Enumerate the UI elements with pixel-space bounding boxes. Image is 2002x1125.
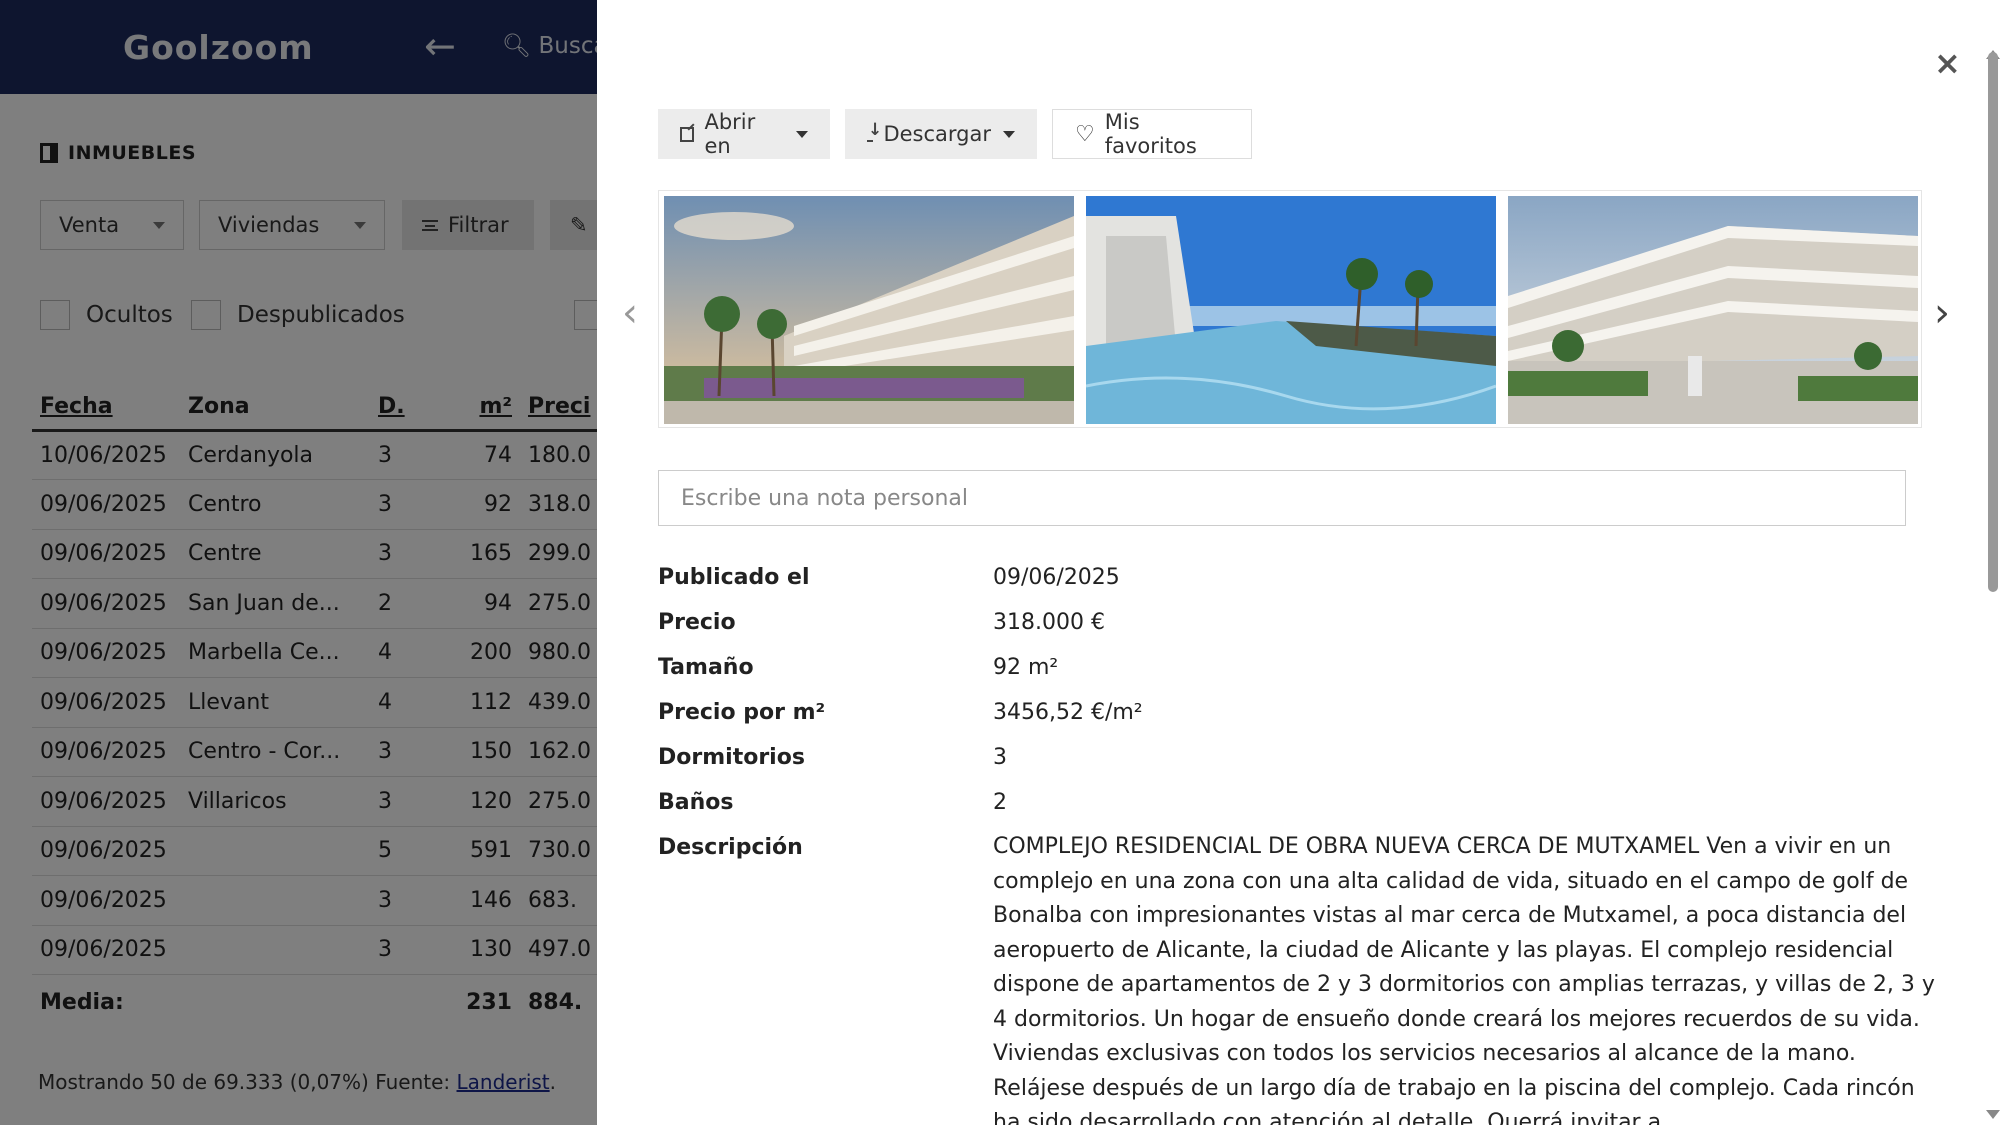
modal-scrollbar-thumb[interactable] bbox=[1988, 52, 1998, 592]
gallery-photo-2[interactable] bbox=[1086, 196, 1496, 424]
personal-note-input[interactable] bbox=[658, 470, 1906, 526]
gallery-prev-arrow[interactable]: ‹ bbox=[622, 290, 638, 336]
complex-garden-image bbox=[1508, 196, 1918, 424]
external-link-icon bbox=[680, 126, 695, 142]
heart-icon: ♡ bbox=[1075, 121, 1095, 147]
detail-label: Descripción bbox=[658, 835, 803, 860]
detail-row: Publicado el 09/06/2025 bbox=[658, 555, 1948, 600]
open-in-label: Abrir en bbox=[704, 110, 756, 158]
favorites-button[interactable]: ♡ Mis favoritos bbox=[1052, 109, 1252, 159]
open-in-button[interactable]: Abrir en bbox=[658, 109, 830, 159]
detail-row: Dormitorios 3 bbox=[658, 735, 1948, 780]
detail-label: Tamaño bbox=[658, 655, 754, 680]
photo-gallery bbox=[658, 190, 1922, 428]
pool-image bbox=[1086, 196, 1496, 424]
detail-row: Precio por m² 3456,52 €/m² bbox=[658, 690, 1948, 735]
scroll-down-arrow[interactable] bbox=[1986, 1110, 2000, 1119]
description-text: COMPLEJO RESIDENCIAL DE OBRA NUEVA CERCA… bbox=[993, 834, 1935, 1125]
detail-row: Tamaño 92 m² bbox=[658, 645, 1948, 690]
download-icon bbox=[867, 120, 883, 142]
modal-backdrop[interactable] bbox=[0, 0, 597, 1125]
detail-label: Publicado el bbox=[658, 565, 810, 590]
description-row: Descripción COMPLEJO RESIDENCIAL DE OBRA… bbox=[658, 825, 1948, 1125]
favorites-label: Mis favoritos bbox=[1104, 110, 1197, 158]
detail-label: Precio por m² bbox=[658, 700, 826, 725]
property-details: Publicado el 09/06/2025 Precio 318.000 € Tam… bbox=[658, 555, 1948, 1125]
detail-value: 318.000 € bbox=[993, 610, 1105, 635]
detail-value: 2 bbox=[993, 790, 1007, 815]
download-label: Descargar bbox=[883, 122, 991, 146]
detail-value: 3 bbox=[993, 745, 1007, 770]
gallery-next-arrow[interactable]: › bbox=[1934, 290, 1950, 336]
gallery-photo-3[interactable] bbox=[1508, 196, 1918, 424]
detail-label: Baños bbox=[658, 790, 734, 815]
detail-label: Precio bbox=[658, 610, 736, 635]
building-terrace-image bbox=[664, 196, 1074, 424]
detail-value: 3456,52 €/m² bbox=[993, 700, 1143, 725]
close-icon[interactable]: × bbox=[1934, 44, 1961, 82]
detail-rows: Publicado el 09/06/2025 Precio 318.000 € Tam… bbox=[658, 555, 1948, 825]
chevron-down-icon bbox=[796, 130, 808, 138]
detail-row: Baños 2 bbox=[658, 780, 1948, 825]
download-button[interactable]: Descargar bbox=[845, 109, 1037, 159]
chevron-down-icon bbox=[1003, 130, 1015, 138]
gallery-photo-1[interactable] bbox=[664, 196, 1074, 424]
detail-row: Precio 318.000 € bbox=[658, 600, 1948, 645]
detail-value: 09/06/2025 bbox=[993, 565, 1120, 590]
detail-label: Dormitorios bbox=[658, 745, 805, 770]
detail-value: 92 m² bbox=[993, 655, 1059, 680]
